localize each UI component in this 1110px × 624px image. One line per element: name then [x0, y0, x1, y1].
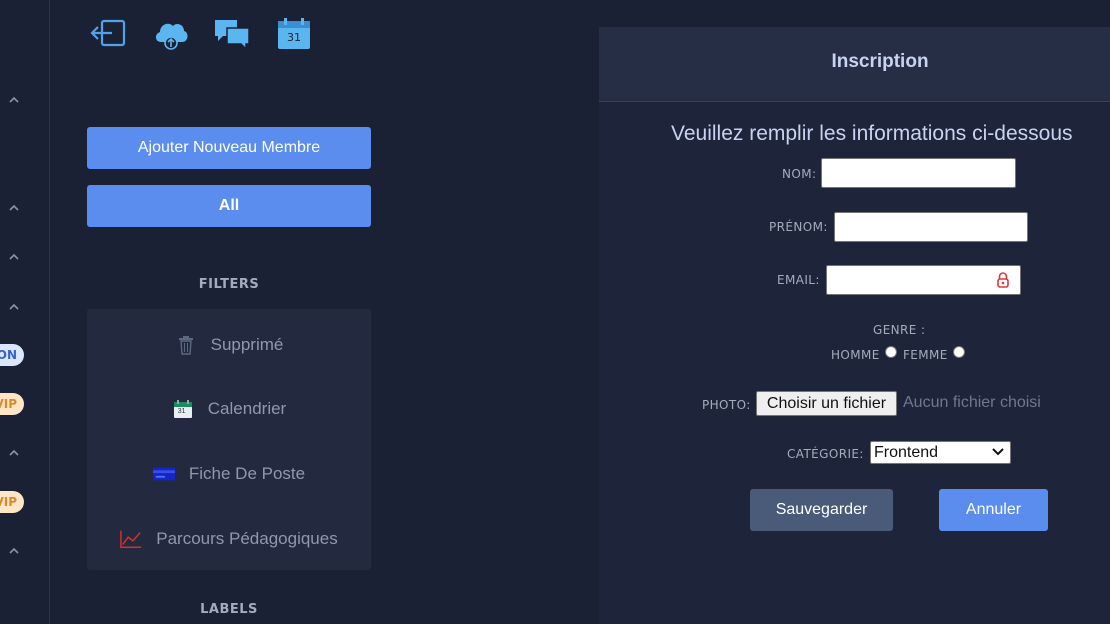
- chevron-up-icon[interactable]: [7, 250, 21, 264]
- file-status: Aucun fichier choisi: [903, 394, 1041, 411]
- chevron-up-icon[interactable]: [7, 300, 21, 314]
- calendar-icon: 31: [172, 398, 194, 420]
- categorie-label: CATÉGORIE:: [787, 447, 864, 461]
- calendar-icon[interactable]: 31: [275, 16, 313, 52]
- calendar-day-label: 31: [177, 408, 186, 415]
- photo-label: PHOTO:: [702, 398, 751, 412]
- choose-file-button[interactable]: Choisir un fichier: [756, 391, 897, 416]
- nom-input[interactable]: [821, 158, 1016, 188]
- filter-item-calendar[interactable]: 31 Calendrier: [87, 389, 371, 429]
- save-button[interactable]: Sauvegarder: [750, 489, 893, 531]
- chart-line-icon: [120, 528, 142, 550]
- filter-label: Supprimé: [210, 335, 284, 354]
- chevron-up-icon[interactable]: [7, 544, 21, 558]
- chevron-down-icon: [992, 448, 1004, 456]
- cloud-upload-icon[interactable]: [152, 16, 190, 52]
- trash-icon: [175, 334, 197, 356]
- calendar-day-label: 31: [287, 31, 301, 44]
- chevron-up-icon[interactable]: [7, 93, 21, 107]
- filter-label: Parcours Pédagogiques: [156, 529, 338, 548]
- email-input[interactable]: [826, 265, 1021, 295]
- femme-radio[interactable]: [953, 346, 965, 358]
- email-label: EMAIL:: [777, 273, 820, 287]
- card-header: Inscription: [599, 27, 1110, 102]
- form-subtitle: Veuillez remplir les informations ci-des…: [671, 122, 1073, 145]
- vip-badge: VIP: [0, 393, 24, 415]
- all-button[interactable]: All: [87, 185, 371, 227]
- left-rail: ON VIP VIP: [0, 0, 50, 624]
- chat-icon[interactable]: [213, 16, 251, 52]
- homme-radio[interactable]: [885, 346, 897, 358]
- filters-panel: Supprimé 31 Calendrier Fiche De Poste Pa…: [87, 309, 371, 570]
- filter-item-deleted[interactable]: Supprimé: [87, 325, 371, 365]
- filter-label: Fiche De Poste: [188, 464, 306, 483]
- chevron-up-icon[interactable]: [7, 446, 21, 460]
- homme-label: HOMME: [831, 348, 880, 362]
- prenom-input[interactable]: [834, 212, 1028, 242]
- filter-item-learning-paths[interactable]: Parcours Pédagogiques: [87, 519, 371, 559]
- status-badge: ON: [0, 344, 24, 366]
- add-member-button[interactable]: Ajouter Nouveau Membre: [87, 127, 371, 169]
- prenom-label: PRÉNOM:: [769, 220, 828, 234]
- filter-label: Calendrier: [207, 399, 287, 418]
- card-title: Inscription: [831, 51, 929, 72]
- categorie-select[interactable]: Frontend: [870, 441, 1011, 464]
- vip-badge: VIP: [0, 491, 24, 513]
- registration-card: Inscription: [599, 27, 1110, 624]
- filter-item-job-sheet[interactable]: Fiche De Poste: [87, 454, 371, 494]
- genre-label: GENRE :: [873, 323, 926, 337]
- card-icon: [152, 463, 175, 485]
- cancel-button[interactable]: Annuler: [939, 489, 1048, 531]
- labels-title: LABELS: [200, 602, 258, 617]
- nom-label: NOM:: [782, 167, 817, 181]
- femme-label: FEMME: [903, 348, 948, 362]
- logout-icon[interactable]: [90, 16, 128, 52]
- chevron-up-icon[interactable]: [7, 201, 21, 215]
- categorie-value: Frontend: [874, 444, 939, 461]
- filters-title: FILTERS: [198, 277, 260, 292]
- lock-icon[interactable]: [996, 271, 1010, 293]
